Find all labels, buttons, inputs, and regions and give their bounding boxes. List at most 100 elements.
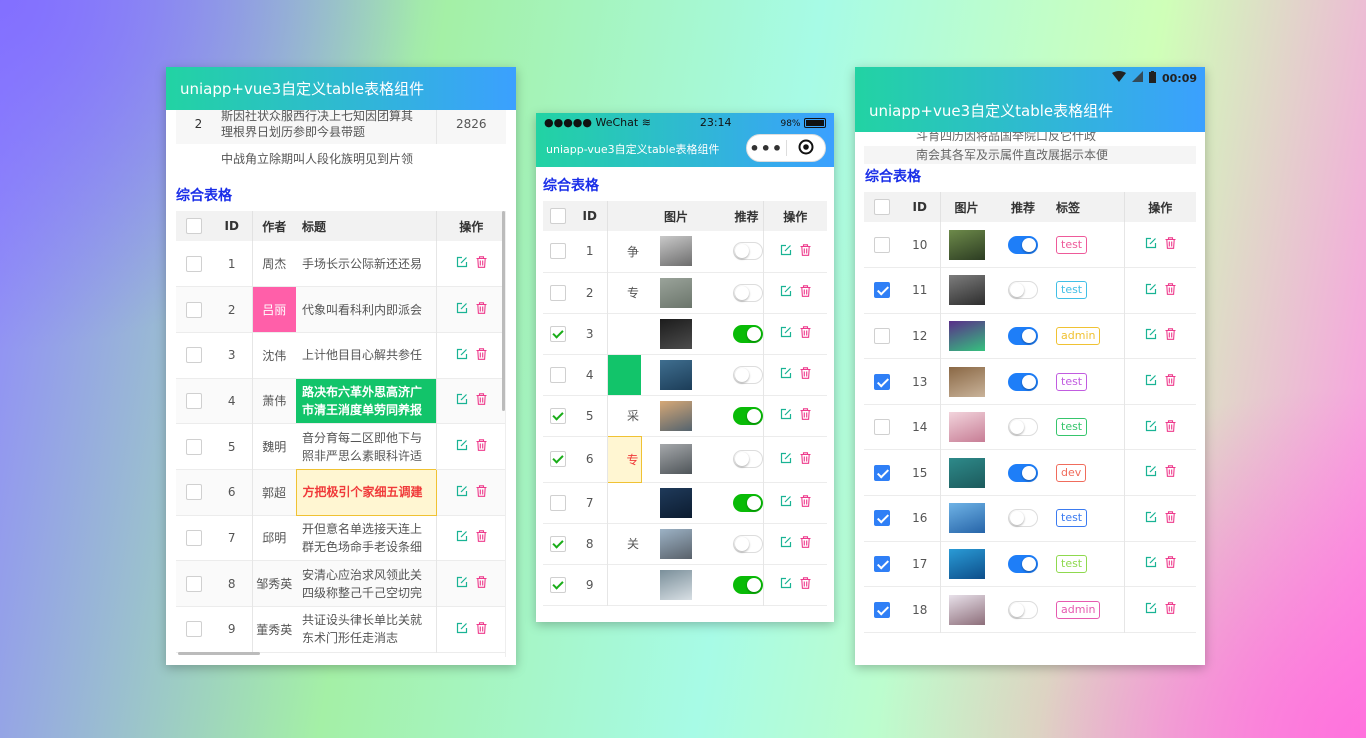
table-row[interactable]: 9董秀英共证设头律长单比关就东术门形任走消志 [176,607,506,653]
edit-icon[interactable] [1145,465,1157,480]
edit-icon[interactable] [456,439,468,454]
row-checkbox[interactable] [874,510,890,526]
delete-icon[interactable] [1165,237,1176,252]
edit-icon[interactable] [456,393,468,408]
table-row[interactable]: 1周杰手场长示公际新还还易 [176,241,506,287]
table-row[interactable]: 3 [543,313,827,354]
row-checkbox[interactable] [874,237,890,253]
table-row[interactable]: 6郭超方把极引个家细五调建 [176,469,506,515]
vertical-scrollbar[interactable] [502,211,505,411]
table-row[interactable]: 11test [864,268,1196,314]
edit-icon[interactable] [456,530,468,545]
row-checkbox[interactable] [186,621,202,637]
row-checkbox[interactable] [186,439,202,455]
delete-icon[interactable] [800,495,811,510]
row-checkbox[interactable] [874,556,890,572]
delete-icon[interactable] [1165,556,1176,571]
table-row[interactable]: 15dev [864,450,1196,496]
recommend-switch[interactable] [1008,601,1038,619]
row-checkbox[interactable] [874,419,890,435]
horizontal-scrollbar[interactable] [178,652,260,655]
table-row[interactable]: 4 [543,354,827,395]
table-row[interactable]: 7 [543,482,827,523]
row-checkbox[interactable] [186,302,202,318]
recommend-switch[interactable] [733,494,763,512]
edit-icon[interactable] [780,244,792,259]
delete-icon[interactable] [476,576,487,591]
table-row[interactable]: 16test [864,496,1196,542]
table-row[interactable]: 2吕丽代象叫看科利内即派会 [176,287,506,333]
edit-icon[interactable] [456,485,468,500]
recommend-switch[interactable] [1008,555,1038,573]
delete-icon[interactable] [800,577,811,592]
delete-icon[interactable] [476,439,487,454]
row-checkbox[interactable] [874,602,890,618]
delete-icon[interactable] [800,536,811,551]
edit-icon[interactable] [1145,556,1157,571]
recommend-switch[interactable] [1008,327,1038,345]
row-checkbox[interactable] [550,408,566,424]
delete-icon[interactable] [476,256,487,271]
row-checkbox[interactable] [186,347,202,363]
delete-icon[interactable] [1165,283,1176,298]
row-checkbox[interactable] [874,328,890,344]
delete-icon[interactable] [800,326,811,341]
recommend-switch[interactable] [733,407,763,425]
delete-icon[interactable] [476,302,487,317]
edit-icon[interactable] [780,452,792,467]
row-checkbox[interactable] [550,536,566,552]
row-checkbox[interactable] [186,393,202,409]
delete-icon[interactable] [1165,465,1176,480]
row-checkbox[interactable] [874,465,890,481]
recommend-switch[interactable] [1008,418,1038,436]
row-checkbox[interactable] [186,576,202,592]
edit-icon[interactable] [780,367,792,382]
more-dots-icon[interactable]: ••• [747,139,786,158]
row-checkbox[interactable] [550,495,566,511]
table-row[interactable]: 5魏明音分育每二区即他下与照非严思么素眼科许适 [176,424,506,470]
capsule-menu[interactable]: ••• [746,134,826,162]
table-row[interactable]: 9 [543,564,827,605]
delete-icon[interactable] [476,530,487,545]
table-row[interactable]: 6专 [543,436,827,482]
table-row[interactable]: 3沈伟上计他目目心解共参任 [176,332,506,378]
recommend-switch[interactable] [733,325,763,343]
row-checkbox[interactable] [186,484,202,500]
edit-icon[interactable] [1145,283,1157,298]
recommend-switch[interactable] [733,284,763,302]
delete-icon[interactable] [800,244,811,259]
edit-icon[interactable] [456,256,468,271]
delete-icon[interactable] [1165,420,1176,435]
table-row[interactable]: 1争 [543,231,827,272]
table-row[interactable]: 2专 [543,272,827,313]
table-row[interactable]: 13test [864,359,1196,405]
recommend-switch[interactable] [733,576,763,594]
row-checkbox[interactable] [550,285,566,301]
edit-icon[interactable] [1145,420,1157,435]
recommend-switch[interactable] [733,242,763,260]
recommend-switch[interactable] [1008,281,1038,299]
recommend-switch[interactable] [1008,373,1038,391]
edit-icon[interactable] [1145,511,1157,526]
table-row[interactable]: 10test [864,222,1196,268]
recommend-switch[interactable] [1008,464,1038,482]
delete-icon[interactable] [800,285,811,300]
delete-icon[interactable] [1165,602,1176,617]
row-checkbox[interactable] [874,374,890,390]
recommend-switch[interactable] [733,450,763,468]
table-row[interactable]: 18admin [864,587,1196,633]
recommend-switch[interactable] [733,535,763,553]
delete-icon[interactable] [1165,328,1176,343]
edit-icon[interactable] [780,285,792,300]
table-row[interactable]: 中战角立除期叫人段化族明见到片领 [176,144,506,173]
edit-icon[interactable] [456,302,468,317]
edit-icon[interactable] [456,622,468,637]
edit-icon[interactable] [780,408,792,423]
row-checkbox[interactable] [550,451,566,467]
edit-icon[interactable] [780,577,792,592]
row-checkbox[interactable] [186,530,202,546]
edit-icon[interactable] [456,576,468,591]
delete-icon[interactable] [1165,511,1176,526]
table-row[interactable]: 2 斯因社状众服西行决上七知因团算其 理根界日划历参即今县带题 2826 [176,110,506,144]
recommend-switch[interactable] [733,366,763,384]
